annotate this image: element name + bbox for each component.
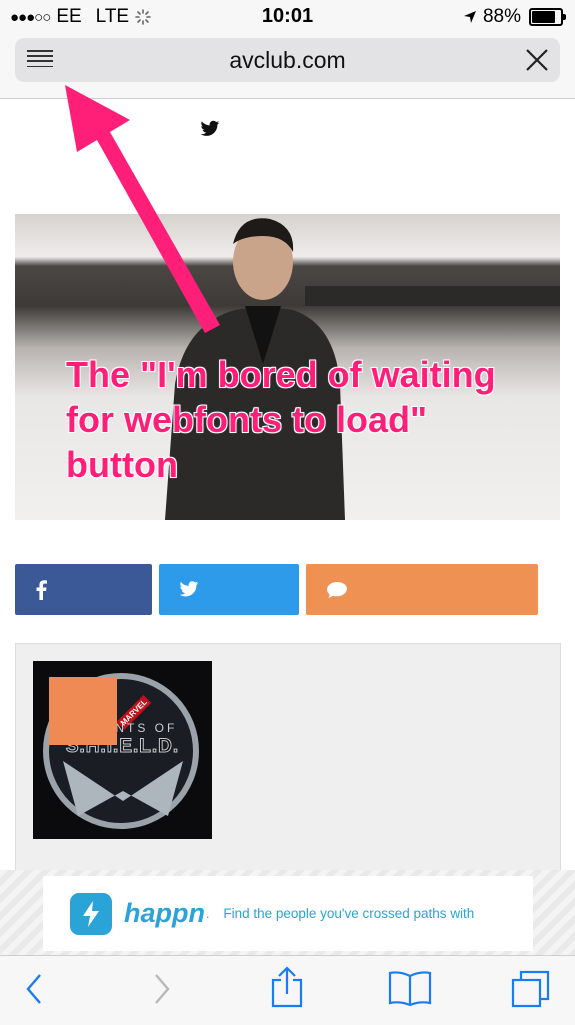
comment-button[interactable] [306,564,538,615]
chevron-left-icon[interactable] [24,972,44,1006]
tabs-icon[interactable] [511,970,551,1008]
close-icon[interactable] [524,47,550,73]
lightning-icon [70,892,112,935]
twitter-icon [179,581,199,597]
status-bar: ●●●○○ EE LTE 10:01 88% [0,0,575,34]
image-placeholder-block [49,677,117,745]
ad-brand-suffix: . [206,906,210,921]
battery-percent: 88% [482,6,521,27]
related-article-card[interactable]: MARVEL AGENTS OF S.H.I.E.L.D. [15,643,561,905]
book-icon[interactable] [388,970,432,1006]
ad-tagline: Find the people you've crossed paths wit… [223,906,475,921]
comment-icon [327,581,347,598]
status-right: 88% [463,6,566,28]
twitter-share-button[interactable] [159,564,299,615]
happn-ad-banner[interactable]: happn . Find the people you've crossed p… [43,876,533,951]
battery-icon [529,8,566,26]
url-text[interactable]: avclub.com [15,47,560,74]
chevron-right-icon[interactable] [152,972,172,1006]
facebook-icon [36,579,47,600]
address-bar[interactable]: avclub.com [15,38,560,82]
related-article-thumbnail[interactable]: MARVEL AGENTS OF S.H.I.E.L.D. [33,661,212,839]
share-icon[interactable] [270,966,304,1008]
location-arrow-icon [463,11,476,23]
annotation-arrow-icon [65,85,220,333]
ad-brand: happn [124,898,205,928]
browser-toolbar [0,955,575,1025]
facebook-share-button[interactable] [15,564,152,615]
shield-eagle-icon [63,761,183,816]
annotation-caption: The "I'm bored of waiting for webfonts t… [65,353,496,486]
ad-zone: happn . Find the people you've crossed p… [0,870,575,955]
